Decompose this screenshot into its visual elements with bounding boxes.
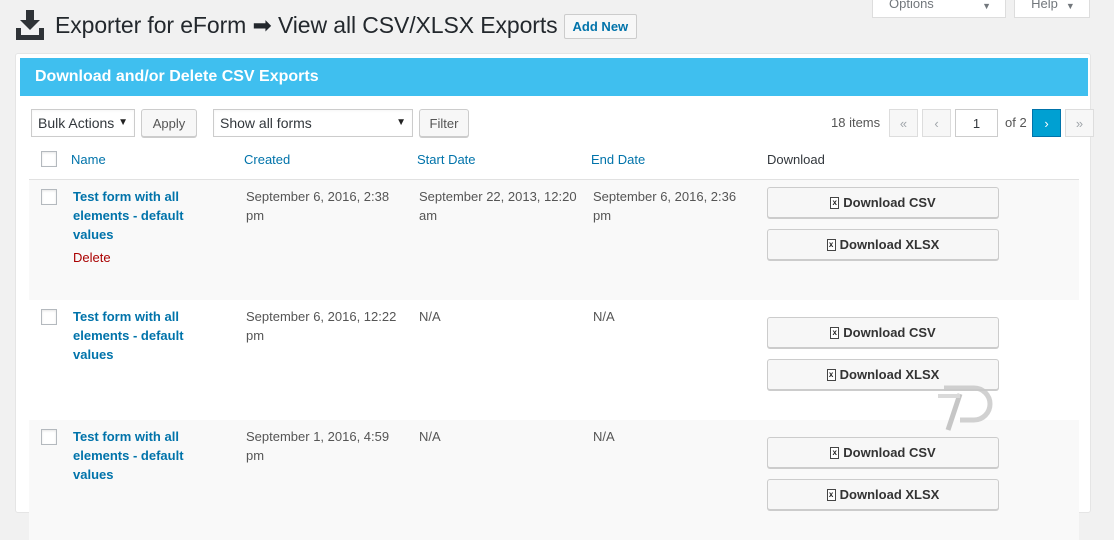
bulk-actions-select[interactable]: Bulk Actions ▼ <box>31 109 135 137</box>
first-page-button: « <box>889 109 918 137</box>
row-form-name-link[interactable]: Test form with all elements - default va… <box>73 307 223 364</box>
download-xlsx-label: Download XLSX <box>839 367 940 382</box>
csv-file-icon: x <box>830 196 840 209</box>
download-csv-label: Download CSV <box>843 445 936 460</box>
download-xlsx-button[interactable]: x Download XLSX <box>767 229 999 260</box>
row-end-date: N/A <box>593 309 615 324</box>
column-download-header: Download <box>767 152 825 167</box>
select-all-checkbox[interactable] <box>41 151 57 167</box>
row-form-name-link[interactable]: Test form with all elements - default va… <box>73 427 223 484</box>
xlsx-file-icon: x <box>826 238 836 251</box>
watermark-logo-icon <box>938 385 993 431</box>
row-end-date: September 6, 2016, 2:36 pm <box>593 189 737 223</box>
apply-button[interactable]: Apply <box>141 109 197 137</box>
dropdown-arrow-icon: ▼ <box>396 117 406 128</box>
forms-filter-select[interactable]: Show all forms ▼ <box>213 109 413 137</box>
column-name-header[interactable]: Name <box>71 152 106 167</box>
exports-panel: Download and/or Delete CSV Exports Bulk … <box>15 53 1094 540</box>
chevron-down-icon: ▼ <box>982 1 991 11</box>
xlsx-file-icon: x <box>826 368 836 381</box>
prev-page-button: ‹ <box>922 109 951 137</box>
page-header: Exporter for eForm ➡ View all CSV/XLSX E… <box>15 8 638 42</box>
row-created: September 6, 2016, 12:22 pm <box>246 309 397 343</box>
screen-meta-links: Screen Options ▼ Help ▼ <box>872 0 1114 18</box>
panel-title: Download and/or Delete CSV Exports <box>20 58 1088 96</box>
row-checkbox[interactable] <box>41 189 57 205</box>
download-csv-label: Download CSV <box>843 195 936 210</box>
bulk-actions-value: Bulk Actions <box>38 115 115 131</box>
screen-options-label: Screen Options <box>889 0 934 11</box>
column-start-date-header[interactable]: Start Date <box>417 152 476 167</box>
row-checkbox[interactable] <box>41 429 57 445</box>
column-created-header[interactable]: Created <box>244 152 290 167</box>
table-header: Name Created Start Date End Date Downloa… <box>29 140 1079 180</box>
next-page-button[interactable]: › <box>1032 109 1061 137</box>
table-row: Test form with all elements - default va… <box>29 420 1079 540</box>
help-button[interactable]: Help ▼ <box>1014 0 1090 18</box>
table-toolbar: Bulk Actions ▼ Apply Show all forms ▼ Fi… <box>31 109 1094 137</box>
screen-options-button[interactable]: Screen Options ▼ <box>872 0 1006 18</box>
download-tray-icon <box>16 10 44 40</box>
row-start-date: September 22, 2013, 12:20 am <box>419 189 577 223</box>
download-csv-button[interactable]: x Download CSV <box>767 317 999 348</box>
table-row: Test form with all elements - default va… <box>29 180 1079 300</box>
last-page-button: » <box>1065 109 1094 137</box>
download-csv-label: Download CSV <box>843 325 936 340</box>
row-start-date: N/A <box>419 429 441 444</box>
row-form-name-link[interactable]: Test form with all elements - default va… <box>73 187 223 244</box>
download-csv-button[interactable]: x Download CSV <box>767 437 999 468</box>
exports-table: Name Created Start Date End Date Downloa… <box>29 140 1079 540</box>
download-xlsx-label: Download XLSX <box>839 237 940 252</box>
chevron-down-icon: ▼ <box>1065 1 1075 11</box>
row-checkbox[interactable] <box>41 309 57 325</box>
add-new-button[interactable]: Add New <box>563 13 638 39</box>
csv-file-icon: x <box>830 326 840 339</box>
forms-filter-value: Show all forms <box>220 115 312 131</box>
total-pages-label: of 2 <box>1005 115 1027 130</box>
table-row: Test form with all elements - default va… <box>29 300 1079 420</box>
current-page-input[interactable]: 1 <box>955 109 998 137</box>
row-created: September 6, 2016, 2:38 pm <box>246 189 390 223</box>
row-delete-link[interactable]: Delete <box>73 250 111 265</box>
items-count: 18 items <box>831 115 881 130</box>
row-end-date: N/A <box>593 429 615 444</box>
download-csv-button[interactable]: x Download CSV <box>767 187 999 218</box>
csv-file-icon: x <box>830 446 840 459</box>
row-start-date: N/A <box>419 309 441 324</box>
page-title: Exporter for eForm ➡ View all CSV/XLSX E… <box>55 11 558 38</box>
row-created: September 1, 2016, 4:59 pm <box>246 429 390 463</box>
filter-button[interactable]: Filter <box>419 109 469 137</box>
help-label: Help <box>1031 0 1058 11</box>
dropdown-arrow-icon: ▼ <box>118 117 128 128</box>
column-end-date-header[interactable]: End Date <box>591 152 645 167</box>
